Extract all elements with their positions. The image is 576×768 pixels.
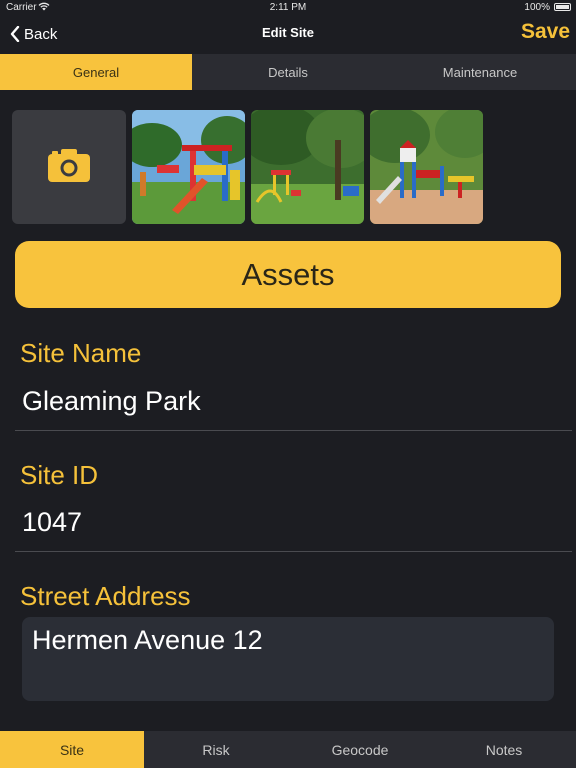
bottom-tab-bar: Site Risk Geocode Notes: [0, 731, 576, 768]
assets-button[interactable]: Assets: [15, 241, 561, 308]
nav-bar: Back Edit Site Save: [0, 16, 576, 54]
status-bar: Carrier 2:11 PM 100%: [0, 0, 576, 16]
site-id-field[interactable]: 1047: [22, 507, 82, 538]
tab-risk[interactable]: Risk: [144, 731, 288, 768]
tab-site[interactable]: Site: [0, 731, 144, 768]
divider: [15, 430, 572, 431]
segment-tabs: General Details Maintenance: [0, 54, 576, 90]
site-name-label: Site Name: [20, 338, 142, 368]
tab-general[interactable]: General: [0, 54, 192, 90]
playground-photo-1[interactable]: [132, 110, 245, 224]
add-photo-button[interactable]: [12, 110, 126, 224]
tab-geocode[interactable]: Geocode: [288, 731, 432, 768]
tab-details[interactable]: Details: [192, 54, 384, 90]
tab-maintenance[interactable]: Maintenance: [384, 54, 576, 90]
tab-notes[interactable]: Notes: [432, 731, 576, 768]
divider: [15, 551, 572, 552]
battery-icon: [554, 3, 571, 11]
playground-photo-2[interactable]: [251, 110, 364, 224]
playground-photo-3[interactable]: [370, 110, 483, 224]
street-address-field[interactable]: Hermen Avenue 12: [22, 617, 554, 701]
photo-strip: [12, 110, 483, 224]
clock: 2:11 PM: [269, 2, 307, 13]
page-title: Edit Site: [261, 25, 314, 40]
site-name-field[interactable]: Gleaming Park: [22, 386, 201, 417]
battery-percent: 100%: [524, 2, 550, 13]
camera-icon: [48, 148, 90, 187]
street-address-value: Hermen Avenue 12: [32, 625, 263, 655]
site-id-label: Site ID: [20, 460, 99, 490]
save-button[interactable]: Save: [521, 20, 570, 44]
street-address-label: Street Address: [20, 581, 191, 611]
